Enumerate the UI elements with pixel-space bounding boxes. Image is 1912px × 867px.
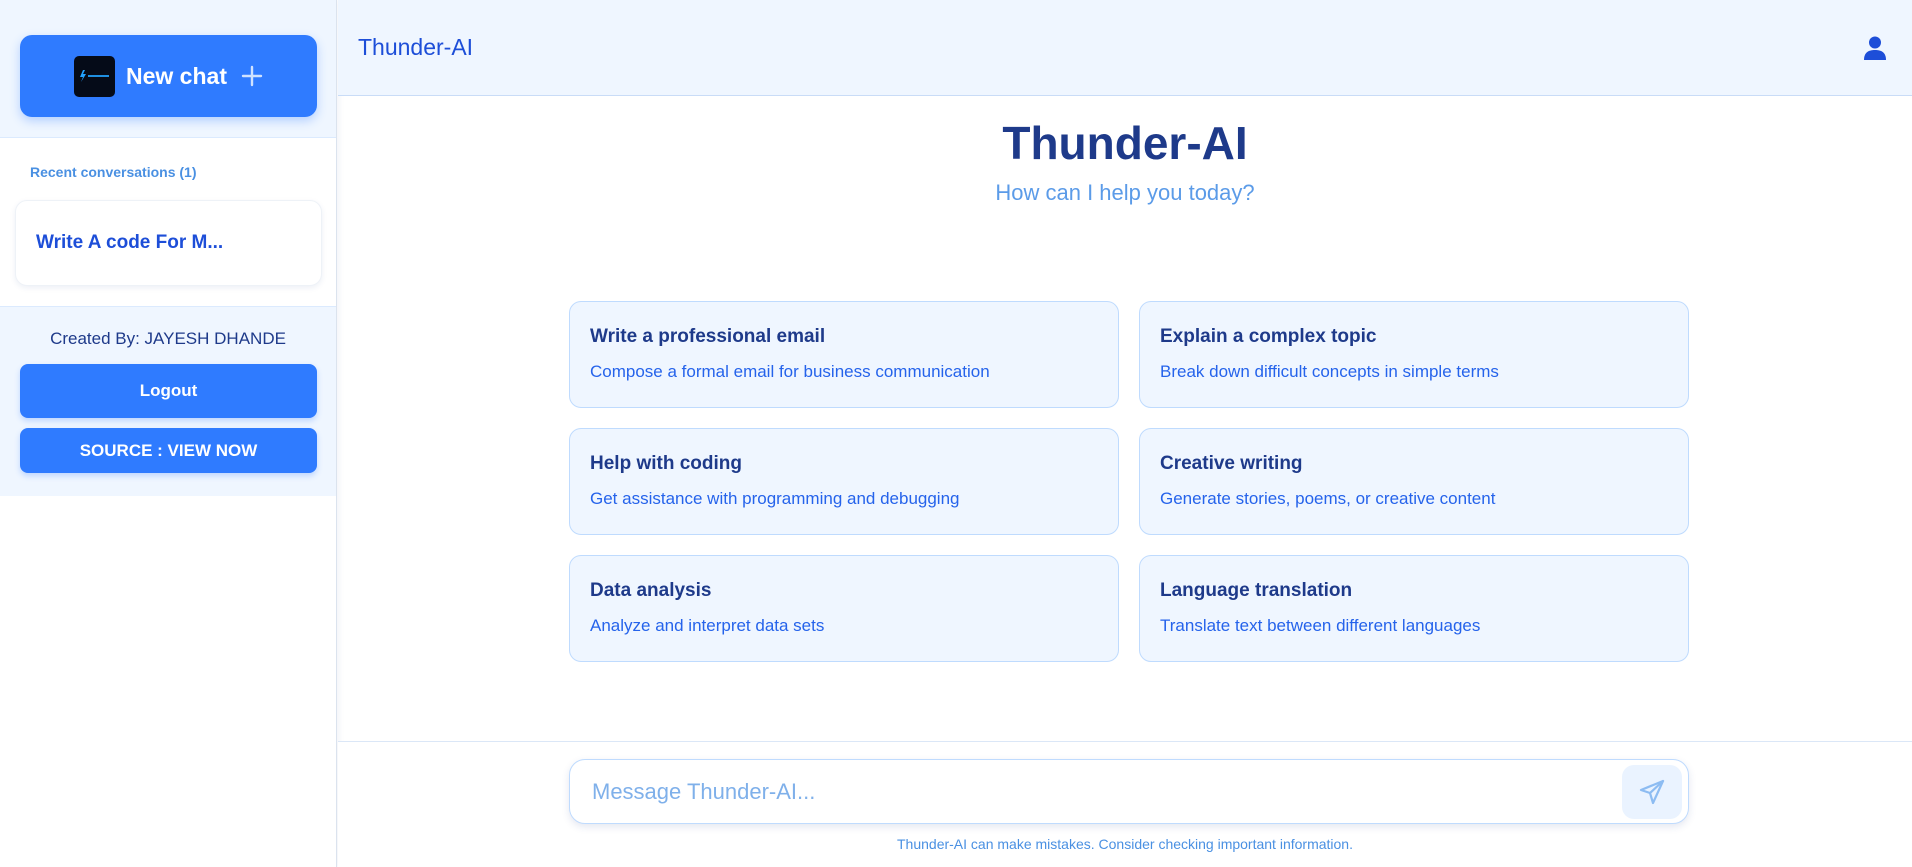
logout-button[interactable]: Logout (20, 364, 317, 418)
conversation-item[interactable]: Write A code For M... (15, 200, 322, 286)
top-bar: Thunder-AI (338, 0, 1912, 96)
disclaimer-text: Thunder-AI can make mistakes. Consider c… (897, 836, 1353, 852)
suggestion-title: Language translation (1160, 580, 1353, 601)
sidebar: New chat Recent conversations (1) Write … (0, 0, 337, 867)
sidebar-header: New chat (0, 0, 336, 138)
suggestion-description: Compose a formal email for business comm… (590, 362, 990, 381)
recent-conversations-title: Recent conversations (1) (30, 164, 197, 180)
suggestion-card-creative-writing[interactable]: Creative writing Generate stories, poems… (1139, 428, 1689, 535)
message-composer (569, 759, 1689, 824)
suggestion-title: Data analysis (590, 580, 712, 601)
source-view-button[interactable]: SOURCE : VIEW NOW (20, 428, 317, 473)
recent-conversations: Recent conversations (1) Write A code Fo… (0, 138, 336, 306)
suggestion-description: Break down difficult concepts in simple … (1160, 362, 1499, 381)
suggestion-title: Explain a complex topic (1160, 326, 1377, 347)
sidebar-footer: Created By: JAYESH DHANDE Logout SOURCE … (0, 306, 336, 496)
suggestion-card-professional-email[interactable]: Write a professional email Compose a for… (569, 301, 1119, 408)
welcome-hero: Thunder-AI How can I help you today? (338, 96, 1912, 206)
suggestion-card-language-translation[interactable]: Language translation Translate text betw… (1139, 555, 1689, 662)
suggestion-description: Translate text between different languag… (1160, 616, 1481, 635)
suggestion-card-complex-topic[interactable]: Explain a complex topic Break down diffi… (1139, 301, 1689, 408)
app-title: Thunder-AI (358, 34, 474, 60)
suggestion-title: Help with coding (590, 453, 742, 474)
send-icon (1639, 779, 1665, 804)
lightning-logo-icon (79, 70, 109, 82)
suggestion-description: Generate stories, poems, or creative con… (1160, 489, 1496, 508)
new-chat-label: New chat (126, 62, 227, 89)
app-logo (74, 55, 115, 97)
hero-title: Thunder-AI (1002, 117, 1248, 169)
composer-area: Thunder-AI can make mistakes. Consider c… (338, 741, 1912, 867)
hero-subtitle: How can I help you today? (995, 180, 1255, 205)
suggestion-description: Get assistance with programming and debu… (590, 489, 960, 508)
new-chat-button[interactable]: New chat (20, 35, 317, 117)
user-icon[interactable] (1862, 35, 1888, 61)
suggestion-card-coding[interactable]: Help with coding Get assistance with pro… (569, 428, 1119, 535)
created-by-text: Created By: JAYESH DHANDE (50, 329, 286, 348)
conversation-title: Write A code For M... (36, 232, 224, 253)
suggestion-description: Analyze and interpret data sets (590, 616, 825, 635)
main-panel: Thunder-AI Thunder-AI How can I help you… (338, 0, 1912, 867)
suggestion-card-data-analysis[interactable]: Data analysis Analyze and interpret data… (569, 555, 1119, 662)
send-button[interactable] (1622, 764, 1682, 819)
suggestion-grid: Write a professional email Compose a for… (569, 301, 1689, 662)
suggestion-title: Write a professional email (590, 326, 826, 347)
message-input[interactable] (570, 760, 1622, 823)
plus-icon (241, 65, 263, 87)
suggestion-title: Creative writing (1160, 453, 1303, 474)
